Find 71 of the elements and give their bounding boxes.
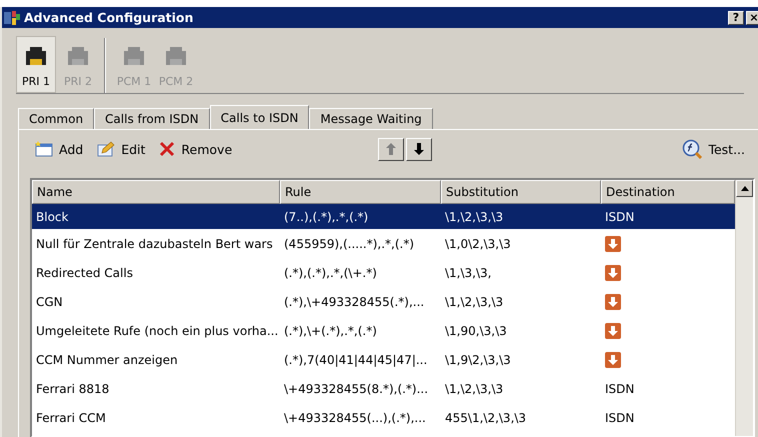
tab[interactable]: Calls from ISDN [94, 108, 210, 129]
ethernet-port-icon [24, 45, 48, 67]
remove-button[interactable]: Remove [159, 141, 232, 157]
scroll-up-button[interactable] [736, 180, 753, 197]
down-arrow-icon [605, 322, 621, 338]
table-cell-text: \1,\2,\3,\3 [444, 380, 504, 398]
table-cell-text: \1,\3,\3, [444, 264, 492, 282]
table-cell-text: Block [35, 208, 70, 226]
table-cell-text: \1,9\2,\3,\3 [444, 352, 512, 368]
column-header[interactable]: Destination [601, 180, 735, 204]
table-cell-text: (.*),(.*),.*,(\+.*) [283, 264, 378, 282]
table-cell-text: CCM Nummer anzeigen [35, 352, 179, 368]
help-button[interactable]: ? [728, 10, 744, 24]
tab[interactable]: Common [18, 108, 94, 129]
down-arrow-icon [605, 294, 621, 310]
down-arrow-icon [605, 264, 621, 280]
table-cell-text: Null für Zentrale dazubasteln Bert wars [35, 236, 274, 252]
table-cell-text: \1,90,\3,\3 [444, 322, 508, 340]
table-cell-text: Ferrari 8818 [35, 380, 110, 398]
table-cell-text: CGN [35, 294, 64, 310]
close-button[interactable]: × [746, 10, 758, 24]
column-header[interactable]: Name [32, 180, 280, 204]
table-row[interactable]: Ferrari 8818 \+493328455(8.*),(.*)... \1,\2,\3,\3 ISDN [32, 374, 735, 403]
ethernet-port-icon [164, 45, 188, 67]
up-triangle-icon [740, 186, 748, 191]
table-cell-text: (.*),\+(.*),.*,(.*) [283, 322, 378, 340]
table-cell-text: \+493328455(8.*),(.*)... [283, 380, 430, 398]
down-arrow-icon [605, 352, 621, 368]
table-cell-text: (.*),7(40|41|44|45|47|... [283, 352, 428, 369]
table-cell-text: \1,\2,\3,\3 [444, 208, 504, 226]
table-cell-text: Redirected Calls [35, 264, 134, 282]
port-button[interactable]: PRI 1 [16, 36, 56, 93]
table-cell-text: \1,\2,\3,\3 [444, 294, 504, 310]
table-cell: ISDN [605, 382, 634, 396]
tab[interactable]: Calls to ISDN [210, 105, 310, 129]
table-row[interactable]: Ferrari CCM \+493328455(...),(.*),... 455\1,\2,\3,\3 ISDN [32, 403, 735, 432]
table-cell-text: (.*),\+493328455(.*),... [283, 294, 426, 310]
window-title: Advanced Configuration [24, 10, 194, 25]
column-header[interactable]: Rule [280, 180, 441, 204]
edit-button[interactable]: Edit [97, 141, 146, 157]
table-cell: ISDN [605, 210, 634, 224]
formula-magnifier-icon [682, 139, 702, 159]
table-row[interactable]: Umgeleitete Rufe (noch ein plus vorha... (.*),\+(.*),.*,(.*) \1,90,\3,\3 [32, 316, 735, 345]
table-row[interactable]: Block (7..),(.*),.*,(.*) \1,\2,\3,\3 ISDN [32, 204, 735, 229]
edit-form-icon [97, 141, 116, 157]
add-button[interactable]: Add [35, 141, 84, 157]
table-cell-text: \+493328455(...),(.*),... [283, 410, 427, 426]
table-cell-text: (455959),(.....*),.*,(.*) [283, 236, 416, 252]
ethernet-port-icon [122, 45, 146, 67]
scrollbar[interactable] [735, 180, 753, 436]
table-row[interactable]: Redirected Calls (.*),(.*),.*,(\+.*) \1,\3,\3, [32, 258, 735, 287]
ethernet-port-icon [66, 45, 90, 67]
down-arrow-icon [414, 143, 424, 155]
test-button[interactable]: Test... [682, 139, 745, 159]
up-arrow-icon [386, 143, 396, 155]
move-down-button[interactable] [406, 138, 432, 160]
app-icon [4, 10, 20, 24]
down-arrow-icon [605, 236, 621, 252]
table-cell-text: (7..),(.*),.*,(.*) [283, 208, 370, 226]
table-row[interactable]: CGN (.*),\+493328455(.*),... \1,\2,\3,\3 [32, 287, 735, 316]
table-cell-text: 455\1,\2,\3,\3 [444, 410, 528, 426]
new-window-icon [35, 141, 53, 157]
table-cell: ISDN [605, 410, 634, 424]
table-row[interactable]: CCM Nummer anzeigen (.*),7(40|41|44|45|47|... \1,9\2,\3,\3 [32, 345, 735, 374]
table-cell-text: Umgeleitete Rufe (noch ein plus vorha... [35, 322, 280, 340]
remove-icon [159, 141, 176, 157]
tab[interactable]: Message Waiting [309, 108, 433, 129]
table-cell-text: Ferrari CCM [35, 410, 107, 426]
table-row[interactable]: Null für Zentrale dazubasteln Bert wars (455959),(.....*),.*,(.*) \1,0\2,\3,\3 [32, 229, 735, 258]
table-cell-text: \1,0\2,\3,\3 [444, 236, 512, 252]
column-header[interactable]: Substitution [441, 180, 601, 204]
